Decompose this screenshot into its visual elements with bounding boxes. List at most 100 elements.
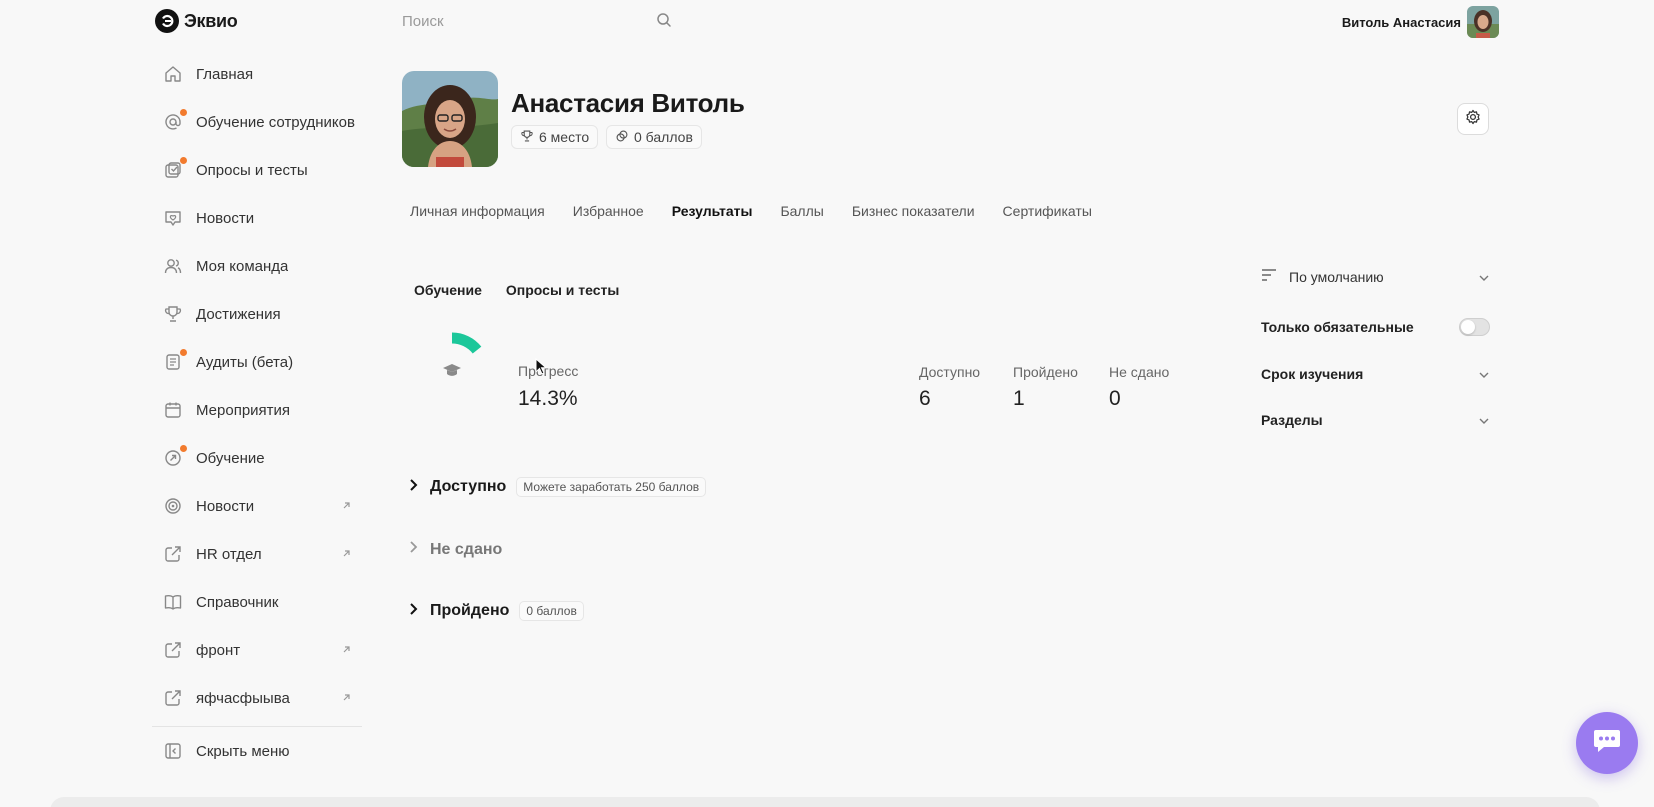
sort-icon bbox=[1261, 268, 1277, 285]
notification-dot bbox=[180, 157, 187, 164]
sidebar-item-directory[interactable]: Справочник bbox=[152, 578, 364, 626]
sidebar-item-my-team[interactable]: Моя команда bbox=[152, 242, 364, 290]
sidebar-item-label: Аудиты (бета) bbox=[196, 353, 294, 371]
stat-failed-value: 0 bbox=[1109, 387, 1121, 410]
search-input[interactable] bbox=[402, 12, 642, 30]
chevron-down-icon bbox=[1478, 412, 1490, 428]
external-link-icon bbox=[162, 639, 184, 661]
tab-points[interactable]: Баллы bbox=[780, 203, 823, 219]
section-failed-title: Не сдано bbox=[430, 540, 503, 558]
search-icon[interactable] bbox=[656, 12, 672, 33]
logo-mark-icon bbox=[155, 9, 179, 33]
chevron-down-icon bbox=[1478, 366, 1490, 382]
profile-photo[interactable] bbox=[402, 71, 498, 167]
sort-dropdown[interactable]: По умолчанию bbox=[1261, 268, 1490, 285]
audit-icon bbox=[162, 349, 187, 373]
sidebar-item-label: Обучение bbox=[196, 449, 265, 467]
sidebar-item-audits[interactable]: Аудиты (бета) bbox=[152, 338, 364, 386]
avatar[interactable] bbox=[1467, 6, 1499, 38]
sidebar-item-hr[interactable]: HR отдел bbox=[152, 530, 364, 578]
rank-chip: 6 место bbox=[511, 125, 599, 149]
subtab-learning[interactable]: Обучение bbox=[414, 282, 482, 298]
logo[interactable]: Эквио bbox=[155, 9, 238, 33]
sidebar-item-surveys[interactable]: Опросы и тесты bbox=[152, 146, 364, 194]
sidebar-item-news[interactable]: Новости bbox=[152, 194, 364, 242]
bottom-panel-edge bbox=[50, 797, 1600, 807]
sidebar-item-label: Достижения bbox=[196, 305, 281, 323]
arrow-up-right-icon bbox=[341, 546, 352, 564]
arrow-up-right-icon bbox=[341, 690, 352, 708]
sidebar-item-label: Справочник bbox=[196, 593, 279, 611]
only-required-toggle[interactable] bbox=[1459, 318, 1490, 336]
settings-button[interactable] bbox=[1457, 103, 1489, 135]
mouse-cursor-icon bbox=[535, 357, 548, 381]
sections-filter[interactable]: Разделы bbox=[1261, 412, 1490, 428]
rank-text: 6 место bbox=[539, 129, 590, 145]
sidebar-item-label: фронт bbox=[196, 641, 241, 659]
sidebar: Главная Обучение сотрудников Опросы и те… bbox=[152, 50, 364, 775]
user-name: Витоль Анастасия bbox=[1341, 14, 1461, 30]
sidebar-item-front[interactable]: фронт bbox=[152, 626, 364, 674]
study-period-filter[interactable]: Срок изучения bbox=[1261, 366, 1490, 382]
arrow-up-right-icon bbox=[341, 642, 352, 660]
stat-available-label: Доступно bbox=[919, 364, 981, 380]
coins-icon bbox=[615, 129, 629, 146]
only-required-label: Только обязательные bbox=[1261, 319, 1414, 335]
trophy-icon bbox=[520, 129, 534, 146]
target-icon bbox=[162, 495, 184, 517]
user-menu[interactable]: Витоль Анастасия bbox=[1342, 6, 1499, 38]
calendar-icon bbox=[162, 399, 184, 421]
tab-personal-info[interactable]: Личная информация bbox=[410, 203, 545, 219]
chat-button[interactable] bbox=[1576, 712, 1638, 774]
sidebar-item-employee-training[interactable]: Обучение сотрудников bbox=[152, 98, 364, 146]
graduation-cap-icon bbox=[443, 364, 461, 376]
home-icon bbox=[162, 63, 184, 85]
search-bar[interactable] bbox=[402, 10, 672, 32]
hide-menu-button[interactable]: Скрыть меню bbox=[152, 727, 364, 775]
stat-failed-label: Не сдано bbox=[1109, 364, 1170, 380]
chat-icon bbox=[1592, 727, 1622, 760]
points-text: 0 баллов bbox=[634, 129, 693, 145]
study-period-label: Срок изучения bbox=[1261, 366, 1364, 382]
progress-value: 14.3% bbox=[518, 387, 578, 410]
tab-certificates[interactable]: Сертификаты bbox=[1003, 203, 1092, 219]
section-passed-title: Пройдено bbox=[430, 602, 510, 619]
sidebar-item-label: Новости bbox=[196, 497, 255, 515]
external-link-icon bbox=[162, 687, 184, 709]
sidebar-item-label: Моя команда bbox=[196, 257, 289, 275]
only-required-filter: Только обязательные bbox=[1261, 318, 1490, 336]
sidebar-item-achievements[interactable]: Достижения bbox=[152, 290, 364, 338]
external-link-icon bbox=[162, 543, 184, 565]
book-icon bbox=[162, 591, 184, 613]
subtab-surveys[interactable]: Опросы и тесты bbox=[506, 282, 619, 298]
progress-arc bbox=[451, 332, 482, 354]
tab-favorites[interactable]: Избранное bbox=[573, 203, 644, 219]
section-failed[interactable]: Не сдано bbox=[408, 540, 502, 559]
stat-passed-value: 1 bbox=[1013, 387, 1025, 410]
progress-ring bbox=[412, 330, 492, 415]
news-icon bbox=[162, 207, 184, 229]
results-subtabs: Обучение Опросы и тесты bbox=[414, 282, 619, 298]
sidebar-item-label: Новости bbox=[196, 209, 255, 227]
notification-dot bbox=[180, 109, 187, 116]
logo-text: Эквио bbox=[184, 10, 238, 31]
sidebar-item-news-external[interactable]: Новости bbox=[152, 482, 364, 530]
team-icon bbox=[162, 255, 184, 277]
sort-value: По умолчанию bbox=[1289, 268, 1384, 285]
tab-business-metrics[interactable]: Бизнес показатели bbox=[852, 203, 975, 219]
sidebar-item-events[interactable]: Мероприятия bbox=[152, 386, 364, 434]
chevron-right-icon bbox=[408, 478, 420, 497]
sidebar-item-custom-link[interactable]: яфчасфыыва bbox=[152, 674, 364, 722]
trophy-icon bbox=[162, 303, 184, 325]
sidebar-item-label: Опросы и тесты bbox=[196, 161, 308, 179]
profile-tabs: Личная информация Избранное Результаты Б… bbox=[410, 203, 1092, 219]
sidebar-item-label: HR отдел bbox=[196, 545, 262, 563]
survey-icon bbox=[162, 157, 187, 181]
tab-results[interactable]: Результаты bbox=[672, 203, 753, 219]
sidebar-item-label: Мероприятия bbox=[196, 401, 291, 419]
stat-available-value: 6 bbox=[919, 387, 931, 410]
sidebar-item-learning[interactable]: Обучение bbox=[152, 434, 364, 482]
section-passed[interactable]: Пройдено 0 баллов bbox=[408, 601, 584, 621]
sidebar-item-home[interactable]: Главная bbox=[152, 50, 364, 98]
section-available[interactable]: Доступно Можете заработать 250 баллов bbox=[408, 477, 707, 497]
